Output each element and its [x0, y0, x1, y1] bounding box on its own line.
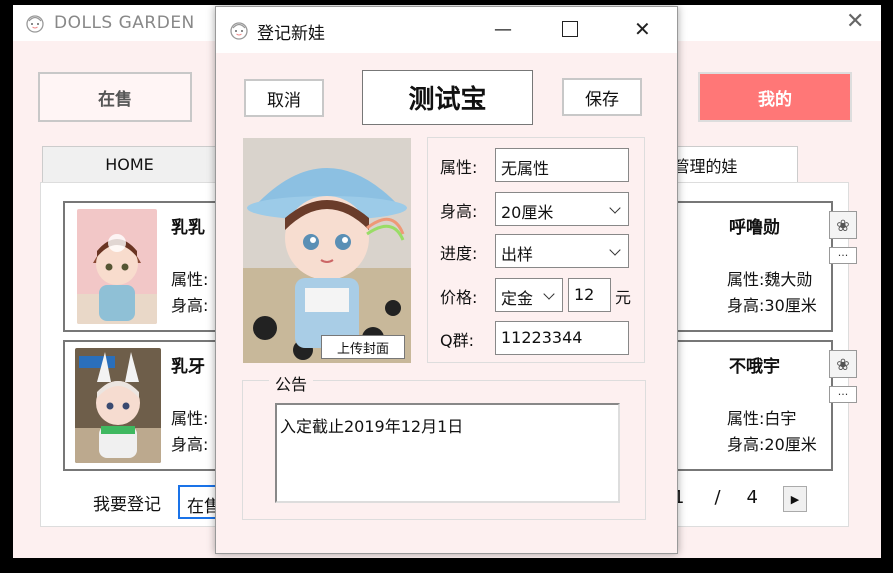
- doll-thumbnail: [75, 348, 161, 463]
- doll-meta: 属性: 身高:: [171, 267, 208, 319]
- doll-name: 乳牙: [171, 357, 205, 377]
- more-button[interactable]: ...: [829, 247, 857, 264]
- pagination: 1 / 4: [673, 487, 758, 508]
- qq-group-label: Q群:: [440, 331, 474, 350]
- main-close-icon[interactable]: ✕: [846, 9, 864, 34]
- next-page-button[interactable]: ▶: [783, 486, 807, 512]
- minimize-icon[interactable]: —: [494, 19, 512, 40]
- notice-group: 公告 入定截止2019年12月1日: [242, 371, 646, 520]
- gear-icon: ❀: [836, 215, 850, 235]
- doll-meta: 属性: 身高:: [171, 406, 208, 458]
- attr-value: 白宇: [764, 409, 797, 428]
- gear-icon: ❀: [836, 354, 850, 374]
- attr-label: 属性:: [727, 409, 765, 428]
- doll-thumbnail: [77, 209, 157, 324]
- doll-card[interactable]: 乳牙 属性: 身高:: [63, 340, 223, 471]
- price-type-value: 定金: [501, 289, 534, 308]
- attr-input[interactable]: 无属性: [495, 148, 629, 182]
- notice-textarea[interactable]: 入定截止2019年12月1日: [275, 403, 620, 503]
- settings-button[interactable]: ❀: [829, 211, 857, 239]
- price-input[interactable]: 12: [568, 278, 611, 312]
- height-label: 身高:: [727, 296, 765, 315]
- height-select[interactable]: 20厘米: [495, 192, 629, 226]
- page-separator: /: [714, 487, 721, 508]
- save-button[interactable]: 保存: [562, 78, 642, 116]
- app-title: DOLLS GARDEN: [54, 13, 195, 33]
- attr-label: 属性:: [171, 270, 209, 289]
- doll-name: 呼噜勋: [729, 218, 780, 238]
- cover-image: [243, 138, 411, 363]
- qq-group-input[interactable]: 11223344: [495, 321, 629, 355]
- attr-label: 属性:: [171, 409, 209, 428]
- onsale-button[interactable]: 在售: [38, 72, 192, 122]
- mine-button[interactable]: 我的: [698, 72, 852, 122]
- doll-name: 乳乳: [171, 218, 205, 238]
- close-icon[interactable]: ✕: [634, 17, 651, 41]
- attr-value: 魏大勋: [764, 270, 813, 289]
- register-label: 我要登记: [93, 495, 161, 515]
- doll-meta: 属性:白宇 身高:20厘米: [727, 406, 817, 458]
- doll-card[interactable]: 乳乳 属性: 身高:: [63, 201, 223, 332]
- maximize-icon[interactable]: [562, 21, 578, 37]
- doll-name: 不哦宇: [729, 357, 780, 377]
- app-logo-icon: [230, 22, 248, 40]
- dialog-titlebar: 登记新娃 — ✕: [216, 7, 677, 53]
- play-triangle-icon: ▶: [790, 492, 800, 506]
- register-dialog: 登记新娃 — ✕ 取消 测试宝 保存 上传封面 属性: 无属性 身高: 20厘米…: [215, 6, 678, 554]
- doll-info-form: 属性: 无属性 身高: 20厘米 进度: 出样 价格: 定金 12 元 Q群: …: [427, 137, 645, 363]
- doll-meta: 属性:魏大勋 身高:30厘米: [727, 267, 817, 319]
- price-type-select[interactable]: 定金: [495, 278, 563, 312]
- upload-cover-button[interactable]: 上传封面: [321, 335, 405, 359]
- attr-label: 属性:: [440, 158, 478, 177]
- settings-button[interactable]: ❀: [829, 350, 857, 378]
- height-select-value: 20厘米: [501, 203, 554, 222]
- dialog-title: 登记新娃: [257, 24, 325, 44]
- progress-select[interactable]: 出样: [495, 234, 629, 268]
- height-value: 20厘米: [764, 435, 817, 454]
- height-label: 身高:: [727, 435, 765, 454]
- height-label: 身高:: [440, 202, 478, 221]
- progress-label: 进度:: [440, 244, 478, 263]
- price-unit: 元: [615, 288, 632, 307]
- attr-label: 属性:: [727, 270, 765, 289]
- height-value: 30厘米: [764, 296, 817, 315]
- total-pages: 4: [746, 487, 758, 508]
- height-label: 身高:: [171, 296, 209, 315]
- progress-select-value: 出样: [501, 245, 534, 264]
- notice-label: 公告: [269, 371, 314, 395]
- doll-name-field[interactable]: 测试宝: [362, 70, 533, 125]
- tab-home[interactable]: HOME: [42, 146, 217, 182]
- cancel-button[interactable]: 取消: [244, 79, 324, 117]
- price-label: 价格:: [440, 288, 478, 307]
- app-logo-icon: [26, 15, 44, 33]
- height-label: 身高:: [171, 435, 209, 454]
- more-button[interactable]: ...: [829, 386, 857, 403]
